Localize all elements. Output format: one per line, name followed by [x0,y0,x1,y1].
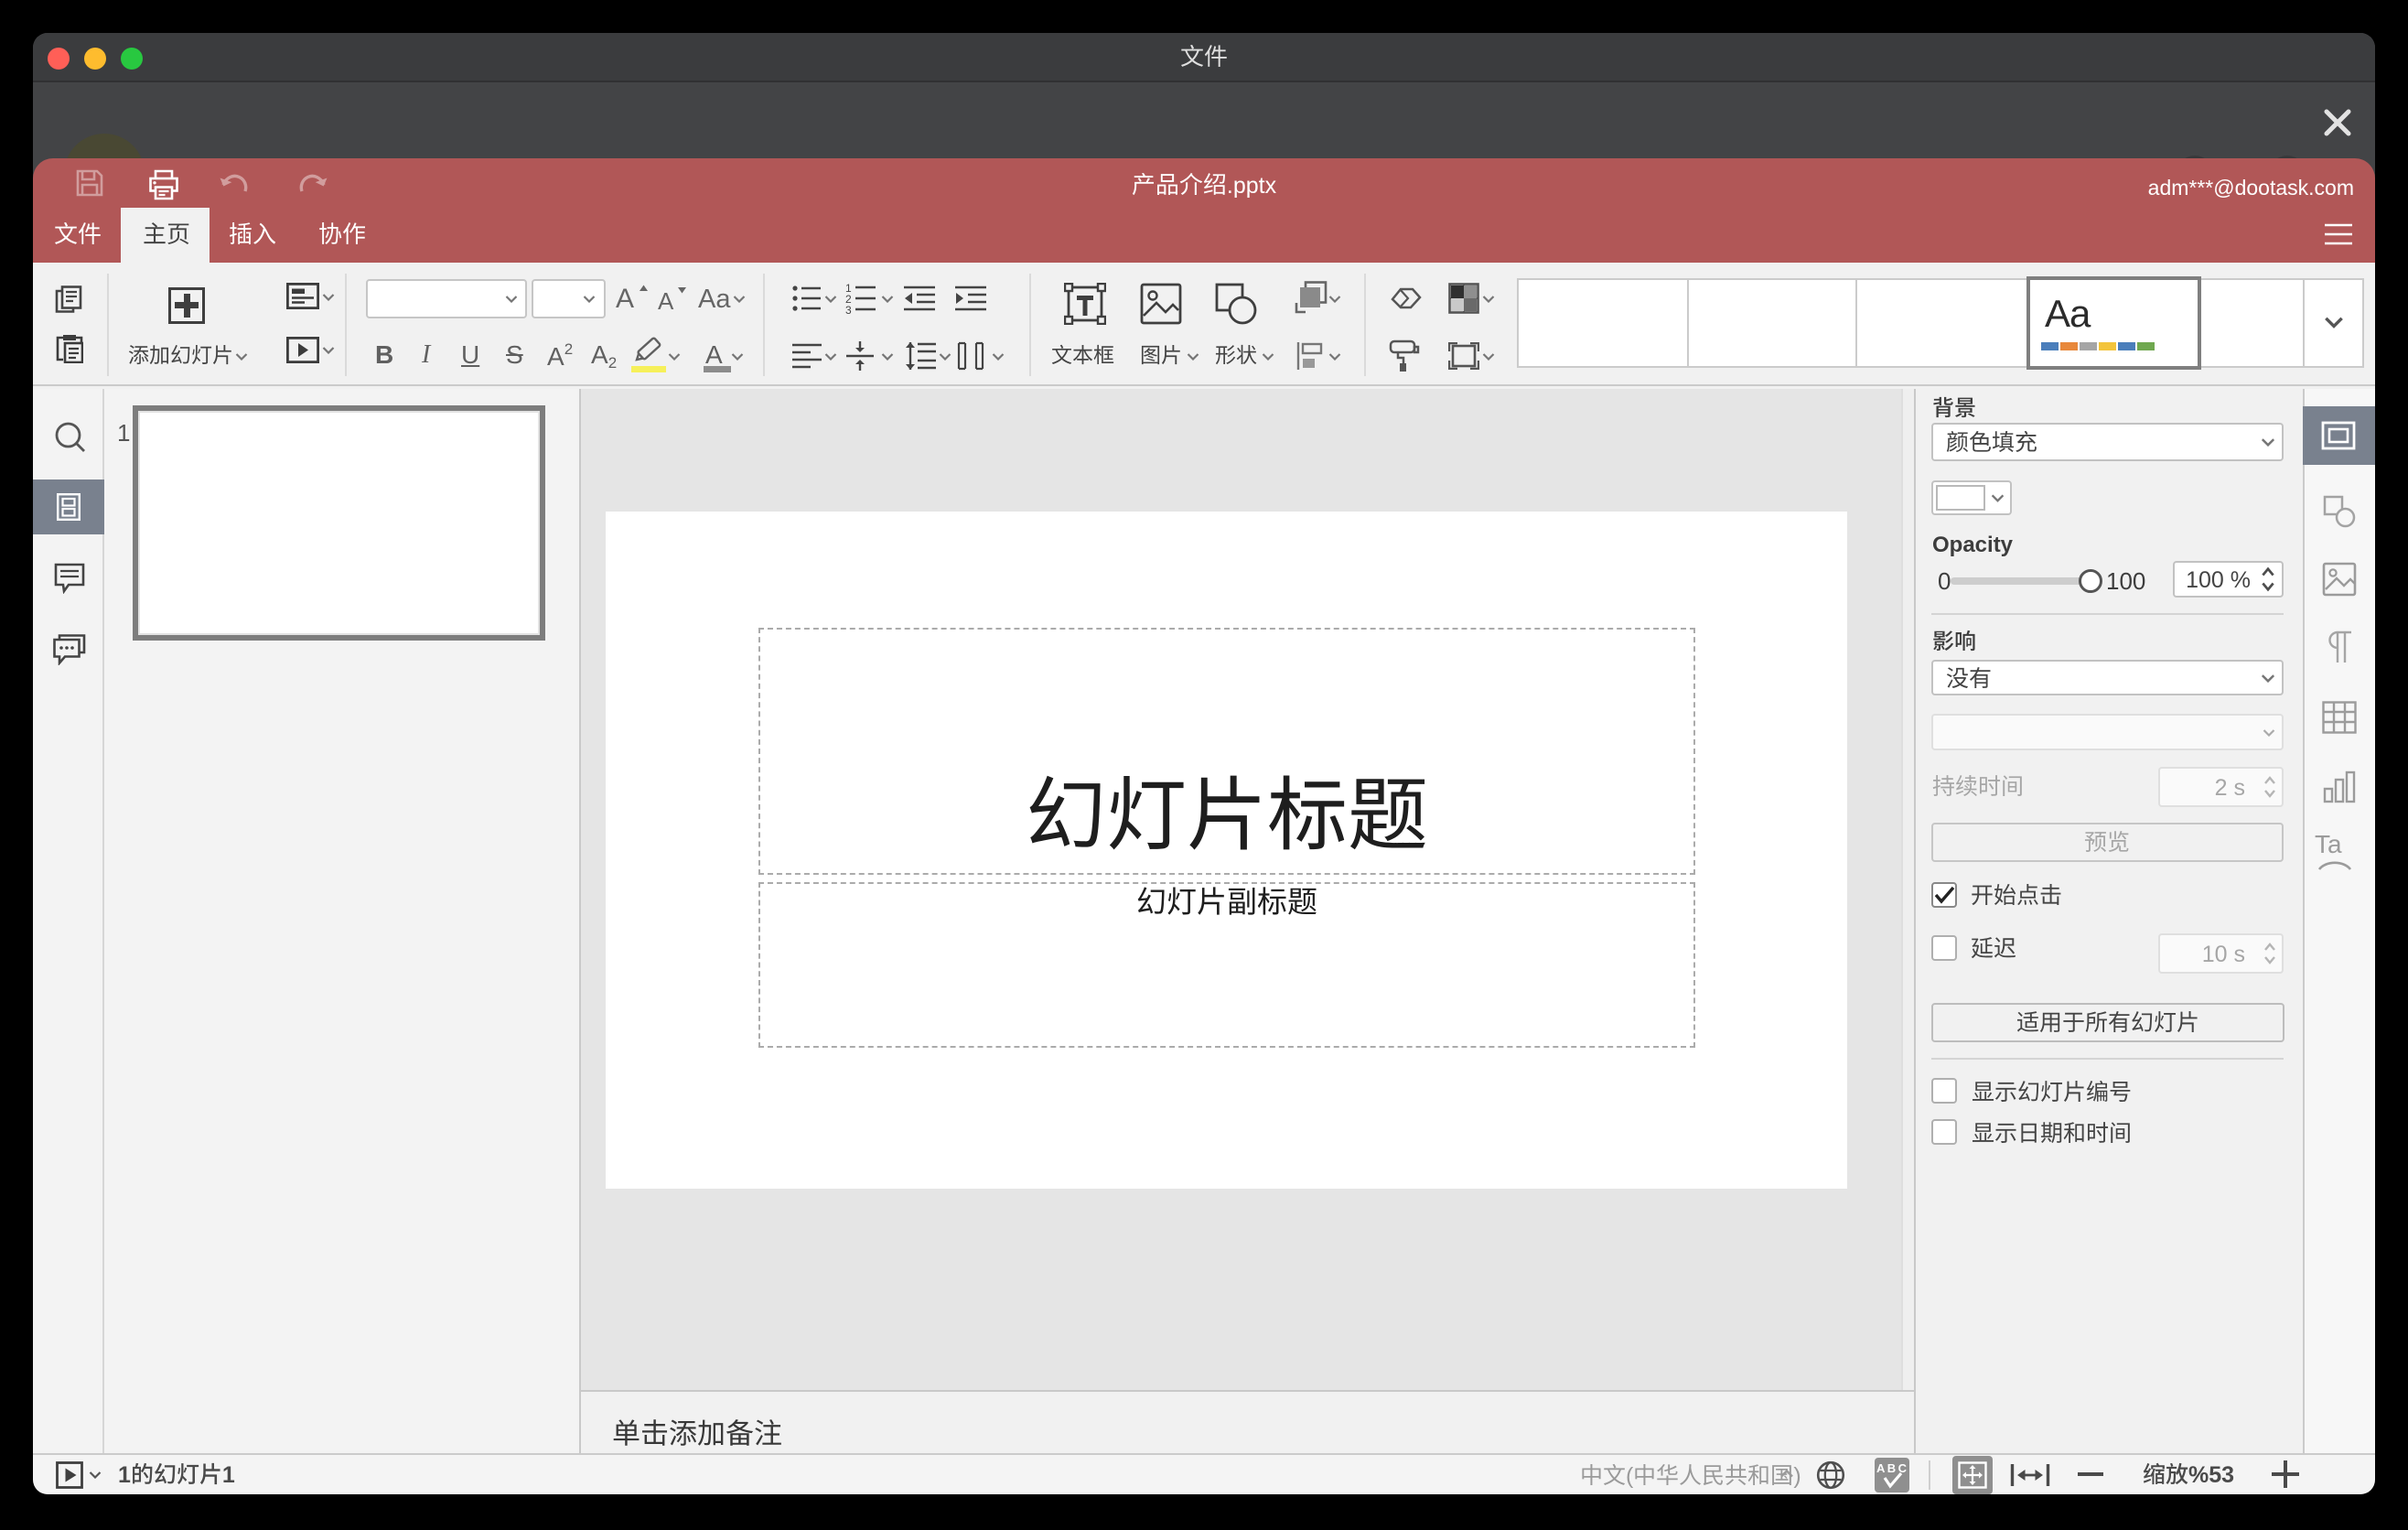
svg-text:3: 3 [845,304,852,314]
svg-text:ABC: ABC [1876,1461,1908,1475]
